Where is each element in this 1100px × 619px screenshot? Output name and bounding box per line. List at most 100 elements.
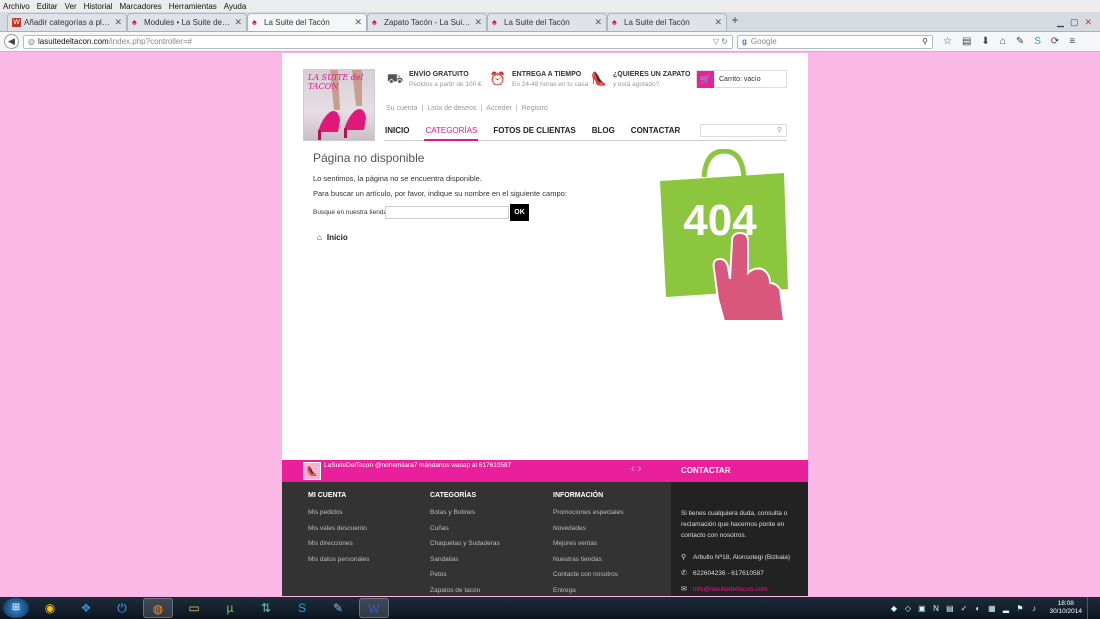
home-icon[interactable]: ⌂ — [317, 233, 322, 242]
footer-link[interactable]: Contacte con nosotros — [553, 571, 623, 587]
power-icon[interactable]: ⏻ — [107, 598, 137, 618]
browser-tab[interactable]: W Añadir categorías a plantill... ✕ — [7, 13, 127, 31]
nav-fotos-clientas[interactable]: FOTOS DE CLIENTAS — [492, 121, 576, 141]
tray-icon[interactable]: ▣ — [917, 604, 926, 613]
browser-tab-active[interactable]: ♠ La Suite del Tacón ✕ — [247, 13, 367, 31]
bookmark-star-icon[interactable]: ☆ — [943, 36, 952, 47]
shoe-request-info[interactable]: 👠 ¿QUIERES UN ZAPATO y está agotado? — [590, 71, 691, 88]
close-tab-icon[interactable]: ✕ — [474, 17, 482, 28]
minimize-icon[interactable]: ▁ — [1057, 17, 1064, 28]
breadcrumb-home[interactable]: Inicio — [327, 233, 348, 242]
menu-marcadores[interactable]: Marcadores — [120, 2, 162, 11]
search-icon[interactable]: ⚲ — [777, 127, 782, 134]
url-bar[interactable]: ◍ lasuitedeltacon.com/index.php?controll… — [23, 34, 733, 49]
menu-archivo[interactable]: Archivo — [3, 2, 30, 11]
menu-editar[interactable]: Editar — [37, 2, 58, 11]
file-explorer-icon[interactable]: ▭ — [179, 598, 209, 618]
word-icon[interactable]: W — [359, 598, 389, 618]
reload-icon[interactable]: ▽ ↻ — [713, 37, 732, 46]
close-tab-icon[interactable]: ✕ — [354, 17, 362, 28]
close-tab-icon[interactable]: ✕ — [594, 17, 602, 28]
maximize-icon[interactable]: ▢ — [1070, 17, 1079, 28]
network-icon[interactable]: ▂ — [1001, 604, 1010, 613]
search-icon[interactable]: ⚲ — [922, 37, 932, 46]
firefox-icon[interactable]: ◍ — [143, 598, 173, 618]
store-search-input[interactable] — [385, 206, 509, 219]
tray-icon[interactable]: ✓ — [959, 604, 968, 613]
nav-blog[interactable]: BLOG — [591, 121, 616, 141]
search-placeholder: Google — [750, 37, 777, 46]
cart-button[interactable]: 🛒 Carrito: vacío — [696, 70, 787, 88]
nav-inicio[interactable]: INICIO — [384, 121, 410, 141]
link-su-cuenta[interactable]: Su cuenta — [386, 105, 418, 112]
tray-icon[interactable]: ◐ — [973, 604, 982, 613]
menu-icon[interactable]: ≡ — [1069, 36, 1075, 47]
pen-icon[interactable]: ✎ — [1016, 36, 1024, 47]
footer-link[interactable]: Novedades — [553, 525, 623, 541]
footer-link[interactable]: Petos — [430, 571, 500, 587]
browser-tab[interactable]: ♠ La Suite del Tacón ✕ — [487, 13, 607, 31]
footer-link[interactable]: Mejores ventas — [553, 540, 623, 556]
utorrent-icon[interactable]: µ — [215, 598, 245, 618]
footer-link[interactable]: Mis datos personales — [308, 556, 369, 572]
tray-icon[interactable]: ▦ — [987, 604, 996, 613]
footer-link[interactable]: Chaquetas y Sudaderas — [430, 540, 500, 556]
skype-icon[interactable]: S — [1034, 36, 1041, 47]
clock[interactable]: 18:08 30/10/2014 — [1049, 600, 1082, 616]
nav-contactar[interactable]: CONTACTAR — [630, 121, 681, 141]
close-tab-icon[interactable]: ✕ — [714, 17, 722, 28]
tray-icon[interactable]: ◇ — [903, 604, 912, 613]
footer-link[interactable]: Cuñas — [430, 525, 500, 541]
close-tab-icon[interactable]: ✕ — [114, 17, 122, 28]
show-desktop-button[interactable] — [1087, 597, 1094, 619]
ok-button[interactable]: OK — [510, 204, 529, 221]
bookmarks-icon[interactable]: ▤ — [962, 36, 971, 47]
nav-categorias[interactable]: CATEGORÍAS — [424, 121, 479, 141]
home-icon[interactable]: ⌂ — [1000, 36, 1006, 47]
contact-email-link[interactable]: info@lasuitedeltacon.com — [693, 586, 768, 593]
new-tab-icon[interactable]: + — [727, 13, 743, 31]
next-arrow-icon[interactable]: › — [638, 463, 642, 475]
search-bar[interactable]: g Google ⚲ — [737, 34, 933, 49]
back-icon[interactable]: ◀ — [4, 34, 19, 49]
download-icon[interactable]: ⬇ — [981, 36, 989, 47]
tray-icon[interactable]: ▤ — [945, 604, 954, 613]
footer-link[interactable]: Mis vales descuento — [308, 525, 369, 541]
link-registro[interactable]: Registro — [522, 105, 548, 112]
transfer-icon[interactable]: ⇅ — [251, 598, 281, 618]
browser-tab[interactable]: ♠ Modules • La Suite del Tac... ✕ — [127, 13, 247, 31]
link-lista-deseos[interactable]: Lista de deseos — [427, 105, 476, 112]
flag-icon[interactable]: ⚑ — [1015, 604, 1024, 613]
close-tab-icon[interactable]: ✕ — [234, 17, 242, 28]
tray-icon[interactable]: ◆ — [889, 604, 898, 613]
volume-icon[interactable]: ♪ — [1029, 604, 1038, 613]
dropbox-icon[interactable]: ❖ — [71, 598, 101, 618]
site-logo[interactable]: LA SUITE del TACON — [303, 69, 375, 141]
footer-link[interactable]: Promociones especiales — [553, 509, 623, 525]
tray-icon[interactable]: N — [931, 604, 940, 613]
footer-link[interactable]: Sandalias — [430, 556, 500, 572]
extension-icon[interactable]: ⟳ — [1051, 36, 1059, 47]
menu-herramientas[interactable]: Herramientas — [169, 2, 217, 11]
menu-bar: Archivo Editar Ver Historial Marcadores … — [0, 0, 1100, 12]
menu-historial[interactable]: Historial — [84, 2, 113, 11]
system-tray: ◆ ◇ ▣ N ▤ ✓ ◐ ▦ ▂ ⚑ ♪ 18:08 30/10/2014 — [889, 597, 1100, 619]
chrome-icon[interactable]: ◉ — [35, 598, 65, 618]
footer-link[interactable]: Mis direcciones — [308, 540, 369, 556]
prev-arrow-icon[interactable]: ‹ — [631, 463, 635, 475]
footer-link[interactable]: Mis pedidos — [308, 509, 369, 525]
menu-ver[interactable]: Ver — [65, 2, 77, 11]
search-instructions: Para buscar un artículo, por favor, indi… — [313, 189, 567, 198]
menu-ayuda[interactable]: Ayuda — [224, 2, 247, 11]
close-window-icon[interactable]: ✕ — [1084, 17, 1092, 28]
skype-icon[interactable]: S — [287, 598, 317, 618]
browser-tab[interactable]: ♠ La Suite del Tacón ✕ — [607, 13, 727, 31]
link-acceder[interactable]: Acceder — [486, 105, 512, 112]
footer-link[interactable]: Botas y Botines — [430, 509, 500, 525]
header-search-input[interactable]: ⚲ — [700, 124, 787, 137]
navigation-bar: ◀ ◍ lasuitedeltacon.com/index.php?contro… — [0, 32, 1100, 52]
editor-icon[interactable]: ✎ — [323, 598, 353, 618]
footer-link[interactable]: Nuestras tiendas — [553, 556, 623, 572]
browser-tab[interactable]: ♠ Zapato Tacón - La Suite de... ✕ — [367, 13, 487, 31]
start-button[interactable]: ⊞ — [3, 598, 29, 618]
